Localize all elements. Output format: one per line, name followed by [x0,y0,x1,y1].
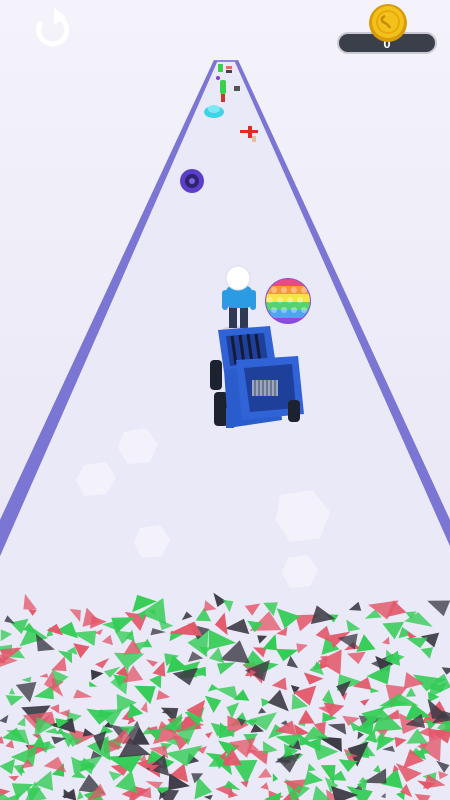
restart-button[interactable] [36,8,70,47]
restart-arrow-icon [36,14,70,47]
game-scene: 0 [0,4,450,800]
coin-icon [369,4,407,42]
coin-counter: 0 [337,4,437,54]
purple-tire [180,169,204,193]
